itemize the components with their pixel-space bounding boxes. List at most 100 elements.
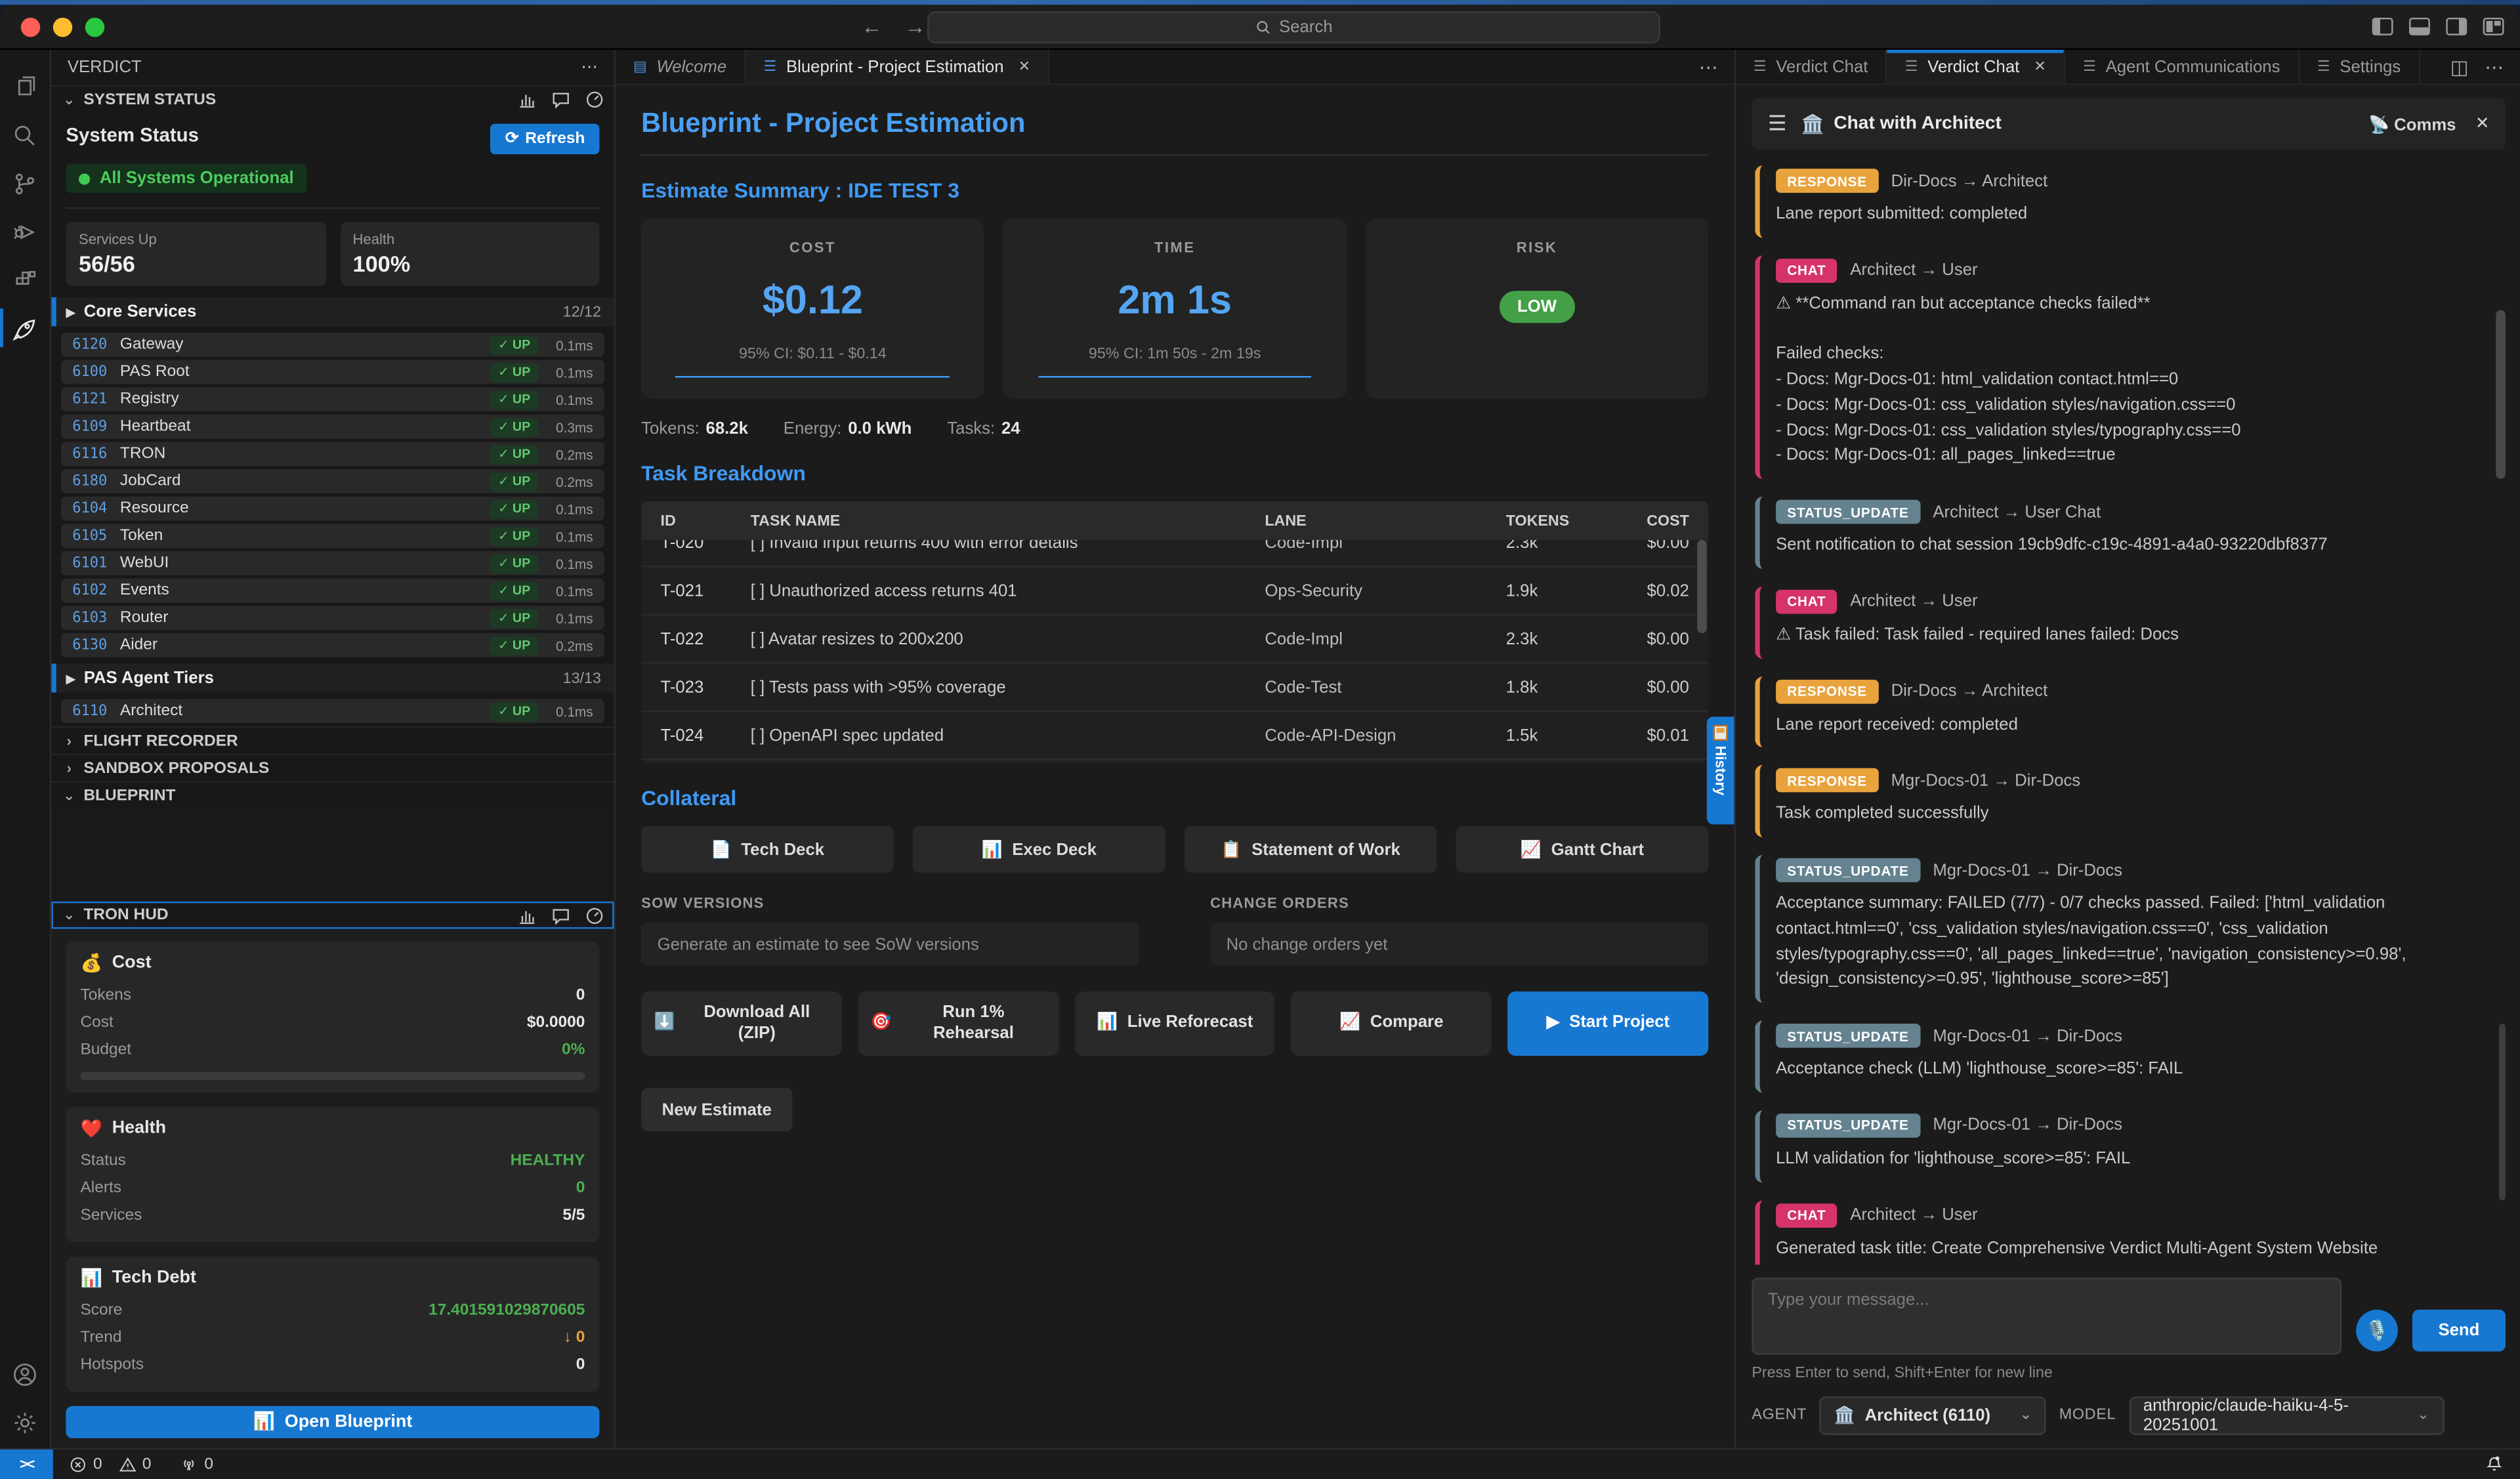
settings-gear-icon[interactable]	[0, 1399, 51, 1447]
tab-agent-communications[interactable]: ☰ Agent Communications	[2065, 50, 2300, 83]
service-row[interactable]: 6180 JobCard ✓ UP 0.2ms	[61, 469, 604, 493]
collateral-action-button[interactable]: 📊 Live Reforecast	[1074, 991, 1275, 1056]
gauge-icon[interactable]	[585, 906, 604, 925]
service-row[interactable]: 6109 Heartbeat ✓ UP 0.3ms	[61, 415, 604, 439]
collateral-action-button[interactable]: ⬇️ Download All (ZIP)	[641, 991, 842, 1056]
task-table-viewport[interactable]: T-020 [ ] Invalid input returns 400 with…	[641, 540, 1708, 763]
toggle-secondary-sidebar-icon[interactable]	[2446, 18, 2467, 35]
section-blueprint[interactable]: ⌄ BLUEPRINT	[51, 781, 614, 808]
explorer-icon[interactable]	[0, 63, 51, 111]
task-row[interactable]: T-022 [ ] Avatar resizes to 200x200 Code…	[641, 615, 1708, 663]
back-icon[interactable]: ←	[862, 14, 883, 39]
open-blueprint-button[interactable]: 📊 Open Blueprint	[66, 1406, 599, 1438]
table-scrollbar[interactable]	[1697, 540, 1707, 633]
extensions-icon[interactable]	[0, 255, 51, 303]
up-badge: ✓ UP	[490, 701, 539, 720]
close-tab-icon[interactable]: ✕	[1018, 58, 1030, 75]
tab-welcome[interactable]: ▤ Welcome	[616, 50, 746, 83]
errors-indicator[interactable]: 0 0	[69, 1455, 151, 1473]
gauge-icon[interactable]	[585, 90, 604, 109]
section-flight-recorder[interactable]: › FLIGHT RECORDER	[51, 726, 614, 754]
service-row[interactable]: 6104 Resource ✓ UP 0.1ms	[61, 497, 604, 521]
collateral-doc-button[interactable]: 📋 Statement of Work	[1185, 826, 1437, 873]
remote-indicator[interactable]: ><	[0, 1449, 53, 1479]
search-sidebar-icon[interactable]	[0, 111, 51, 159]
service-row[interactable]: 6100 PAS Root ✓ UP 0.1ms	[61, 360, 604, 385]
message-text: Task completed successfully	[1776, 802, 2489, 828]
toggle-panel-icon[interactable]	[2409, 18, 2430, 35]
command-search-input[interactable]: Search	[927, 10, 1660, 43]
service-row[interactable]: 6121 Registry ✓ UP 0.1ms	[61, 387, 604, 411]
customize-layout-icon[interactable]	[2483, 18, 2504, 35]
chevron-right-icon: ›	[61, 733, 77, 749]
service-row[interactable]: 6103 Router ✓ UP 0.1ms	[61, 606, 604, 630]
group-pas-agent-tiers[interactable]: ▶ PAS Agent Tiers 13/13	[51, 663, 614, 692]
bar-chart-icon[interactable]	[518, 90, 537, 109]
run-debug-icon[interactable]	[0, 207, 51, 255]
minimize-window-button[interactable]	[53, 17, 72, 36]
task-row[interactable]: T-020 [ ] Invalid input returns 400 with…	[641, 540, 1708, 568]
service-row[interactable]: 6120 Gateway ✓ UP 0.1ms	[61, 333, 604, 357]
editor-content[interactable]: Blueprint - Project Estimation Estimate …	[616, 85, 1734, 1448]
up-badge: ✓ UP	[490, 636, 539, 655]
history-side-tab[interactable]: History	[1707, 717, 1734, 824]
toggle-primary-sidebar-icon[interactable]	[2372, 18, 2393, 35]
tab-blueprint[interactable]: ☰ Blueprint - Project Estimation ✕	[746, 50, 1050, 83]
broadcast-indicator[interactable]: 0	[180, 1455, 213, 1473]
tab-settings[interactable]: ☰ Settings	[2300, 50, 2420, 83]
collateral-action-button[interactable]: 🎯 Run 1% Rehearsal	[858, 991, 1059, 1056]
service-row[interactable]: 6105 Token ✓ UP 0.1ms	[61, 524, 604, 548]
message-input[interactable]	[1752, 1277, 2342, 1354]
collateral-doc-button[interactable]: 📄 Tech Deck	[641, 826, 893, 873]
chat-messages[interactable]: RESPONSE Dir-Docs → Architect Lane repor…	[1752, 150, 2506, 1264]
section-tron-hud[interactable]: ⌄ TRON HUD	[51, 901, 614, 928]
tab-verdict-chat-1[interactable]: ☰ Verdict Chat	[1736, 50, 1887, 83]
tab-verdict-chat-2[interactable]: ☰ Verdict Chat ✕	[1887, 50, 2065, 83]
close-window-button[interactable]	[21, 17, 40, 36]
comment-icon[interactable]	[551, 90, 570, 109]
verdict-rocket-icon[interactable]	[0, 304, 51, 352]
panel-scrollbar[interactable]	[2499, 1023, 2506, 1199]
bar-chart-icon[interactable]	[518, 906, 537, 925]
agent-select[interactable]: 🏛️ Architect (6110) ⌄	[1820, 1396, 2046, 1434]
collateral-action-button[interactable]: 📈 Compare	[1291, 991, 1492, 1056]
comms-button[interactable]: 📡 Comms	[2368, 114, 2456, 135]
editor-area: ▤ Welcome ☰ Blueprint - Project Estimati…	[616, 50, 1736, 1447]
list-icon: ☰	[2083, 58, 2096, 75]
collateral-action-button[interactable]: ▶ Start Project	[1508, 991, 1709, 1056]
section-system-status[interactable]: ⌄ SYSTEM STATUS	[51, 85, 614, 113]
zoom-window-button[interactable]	[85, 17, 104, 36]
notifications-bell-icon[interactable]	[2485, 1454, 2504, 1473]
panel-more-icon[interactable]: ⋯	[2485, 55, 2504, 77]
service-row[interactable]: 6101 WebUI ✓ UP 0.1ms	[61, 551, 604, 575]
service-row[interactable]: 6110 Architect ✓ UP 0.1ms	[61, 699, 604, 723]
section-sandbox-proposals[interactable]: › SANDBOX PROPOSALS	[51, 754, 614, 781]
close-tab-icon[interactable]: ✕	[2034, 58, 2046, 75]
new-estimate-button[interactable]: New Estimate	[641, 1088, 792, 1131]
model-select[interactable]: anthropic/claude-haiku-4-5-20251001 ⌄	[2129, 1396, 2444, 1434]
message-text: Sent notification to chat session 19cb9d…	[1776, 533, 2489, 559]
messages-scrollbar[interactable]	[2496, 310, 2506, 479]
service-row[interactable]: 6102 Events ✓ UP 0.1ms	[61, 579, 604, 603]
source-control-icon[interactable]	[0, 159, 51, 207]
service-row[interactable]: 6116 TRON ✓ UP 0.2ms	[61, 442, 604, 466]
task-row[interactable]: T-021 [ ] Unauthorized access returns 40…	[641, 567, 1708, 615]
close-chat-icon[interactable]: ✕	[2475, 114, 2490, 133]
editor-more-icon[interactable]: ⋯	[1699, 55, 1718, 77]
menu-icon[interactable]: ☰	[1768, 111, 1787, 136]
comment-icon[interactable]	[551, 906, 570, 925]
collateral-doc-button[interactable]: 📈 Gantt Chart	[1456, 826, 1708, 873]
task-row[interactable]: T-024 [ ] OpenAPI spec updated Code-API-…	[641, 712, 1708, 760]
mic-button[interactable]: 🎙️	[2356, 1309, 2398, 1351]
forward-icon[interactable]: →	[905, 14, 926, 39]
collateral-doc-button[interactable]: 📊 Exec Deck	[913, 826, 1165, 873]
account-icon[interactable]	[0, 1350, 51, 1398]
refresh-button[interactable]: ⟳ Refresh	[491, 124, 600, 155]
service-row[interactable]: 6130 Aider ✓ UP 0.2ms	[61, 633, 604, 657]
task-row[interactable]: T-023 [ ] Tests pass with >95% coverage …	[641, 663, 1708, 711]
sidebar-more-icon[interactable]: ⋯	[581, 58, 598, 77]
split-editor-icon[interactable]: ◫	[2450, 55, 2469, 77]
message-text: LLM validation for 'lighthouse_score>=85…	[1776, 1147, 2489, 1173]
group-core-services[interactable]: ▶ Core Services 12/12	[51, 297, 614, 326]
send-button[interactable]: Send	[2412, 1309, 2506, 1351]
